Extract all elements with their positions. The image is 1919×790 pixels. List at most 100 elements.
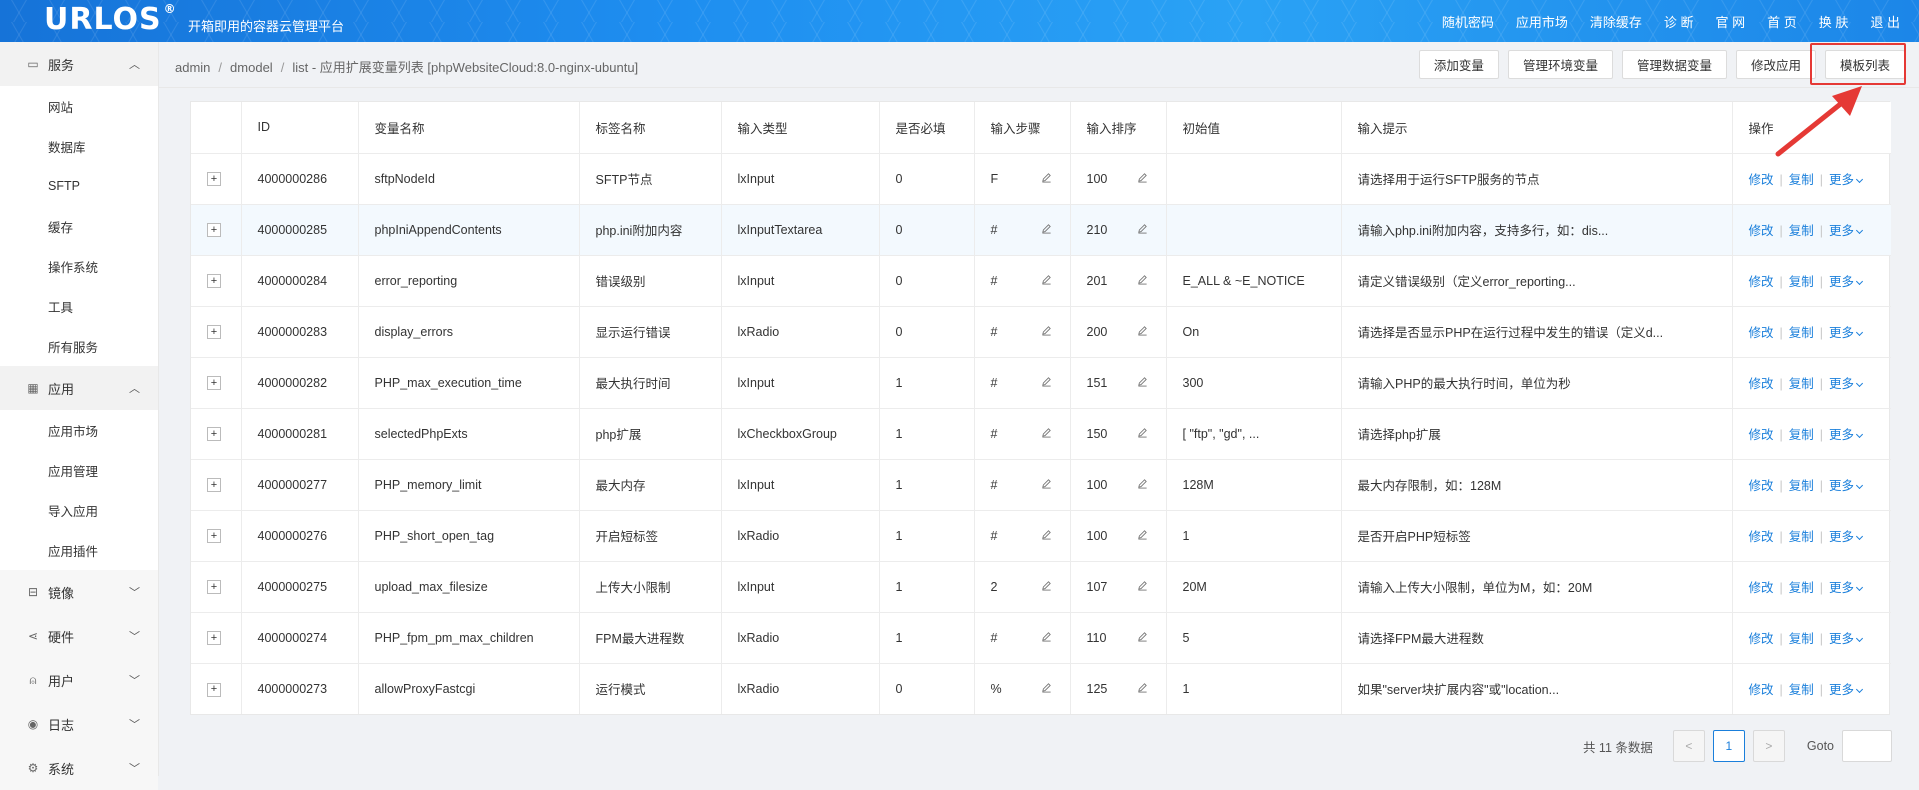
pencil-edit-icon[interactable]	[1041, 376, 1052, 387]
more-dropdown[interactable]: 更多	[1829, 683, 1864, 697]
logo[interactable]: URLOS ®	[44, 2, 177, 37]
breadcrumb-item[interactable]: dmodel	[230, 60, 273, 75]
pencil-edit-icon[interactable]	[1137, 376, 1148, 387]
sidebar-item[interactable]: 网站	[0, 86, 158, 126]
copy-link[interactable]: 复制	[1789, 377, 1814, 391]
page-1-button[interactable]: 1	[1712, 730, 1745, 762]
more-dropdown[interactable]: 更多	[1829, 224, 1864, 238]
pencil-edit-icon[interactable]	[1137, 274, 1148, 285]
edit-link[interactable]: 修改	[1749, 275, 1774, 289]
pencil-edit-icon[interactable]	[1137, 172, 1148, 183]
more-dropdown[interactable]: 更多	[1829, 479, 1864, 493]
edit-link[interactable]: 修改	[1749, 326, 1774, 340]
more-dropdown[interactable]: 更多	[1829, 173, 1864, 187]
top-nav-link[interactable]: 换 肤	[1819, 12, 1849, 31]
pencil-edit-icon[interactable]	[1137, 631, 1148, 642]
sidebar-group[interactable]: ⚙ 系统 ﹀	[0, 746, 158, 790]
pencil-edit-icon[interactable]	[1041, 682, 1052, 693]
sidebar-group[interactable]: ⍝ 用户 ﹀	[0, 658, 158, 702]
more-dropdown[interactable]: 更多	[1829, 377, 1864, 391]
sidebar-group[interactable]: ▦ 应用 ︿	[0, 366, 158, 410]
breadcrumb-item[interactable]: admin	[175, 60, 210, 75]
more-dropdown[interactable]: 更多	[1829, 275, 1864, 289]
manage-data-variables-button[interactable]: 管理数据变量	[1621, 50, 1727, 79]
sidebar-item[interactable]: 应用插件	[0, 530, 158, 570]
pencil-edit-icon[interactable]	[1137, 682, 1148, 693]
copy-link[interactable]: 复制	[1789, 581, 1814, 595]
expand-row-button[interactable]: +	[207, 682, 221, 697]
copy-link[interactable]: 复制	[1789, 530, 1814, 544]
top-nav-link[interactable]: 诊 断	[1664, 12, 1694, 31]
top-nav-link[interactable]: 首 页	[1767, 12, 1797, 31]
sidebar-item[interactable]: 所有服务	[0, 326, 158, 366]
edit-link[interactable]: 修改	[1749, 224, 1774, 238]
breadcrumb-item[interactable]: list	[292, 60, 308, 75]
expand-row-button[interactable]: +	[207, 478, 221, 493]
edit-link[interactable]: 修改	[1749, 530, 1774, 544]
expand-row-button[interactable]: +	[207, 529, 221, 544]
expand-row-button[interactable]: +	[207, 580, 221, 595]
edit-link[interactable]: 修改	[1749, 377, 1774, 391]
more-dropdown[interactable]: 更多	[1829, 632, 1864, 646]
next-page-button[interactable]: >	[1752, 730, 1785, 762]
goto-input[interactable]	[1842, 730, 1892, 762]
copy-link[interactable]: 复制	[1789, 683, 1814, 697]
expand-row-button[interactable]: +	[207, 427, 221, 442]
copy-link[interactable]: 复制	[1789, 275, 1814, 289]
expand-row-button[interactable]: +	[207, 223, 221, 238]
edit-app-button[interactable]: 修改应用	[1735, 50, 1816, 79]
pencil-edit-icon[interactable]	[1137, 325, 1148, 336]
copy-link[interactable]: 复制	[1789, 428, 1814, 442]
pencil-edit-icon[interactable]	[1137, 223, 1148, 234]
pencil-edit-icon[interactable]	[1041, 325, 1052, 336]
pencil-edit-icon[interactable]	[1041, 529, 1052, 540]
edit-link[interactable]: 修改	[1749, 581, 1774, 595]
sidebar-group[interactable]: ⋖ 硬件 ﹀	[0, 614, 158, 658]
edit-link[interactable]: 修改	[1749, 173, 1774, 187]
expand-row-button[interactable]: +	[207, 325, 221, 340]
sidebar-group[interactable]: ▭ 服务 ︿	[0, 42, 158, 86]
more-dropdown[interactable]: 更多	[1829, 326, 1864, 340]
pencil-edit-icon[interactable]	[1041, 427, 1052, 438]
top-nav-link[interactable]: 应用市场	[1516, 12, 1568, 31]
expand-row-button[interactable]: +	[207, 172, 221, 187]
copy-link[interactable]: 复制	[1789, 479, 1814, 493]
edit-link[interactable]: 修改	[1749, 428, 1774, 442]
expand-row-button[interactable]: +	[207, 376, 221, 391]
sidebar-group[interactable]: ⊟ 镜像 ﹀	[0, 570, 158, 614]
pencil-edit-icon[interactable]	[1041, 478, 1052, 489]
sidebar-item[interactable]: 导入应用	[0, 490, 158, 530]
copy-link[interactable]: 复制	[1789, 326, 1814, 340]
edit-link[interactable]: 修改	[1749, 632, 1774, 646]
prev-page-button[interactable]: <	[1672, 730, 1705, 762]
more-dropdown[interactable]: 更多	[1829, 581, 1864, 595]
edit-link[interactable]: 修改	[1749, 683, 1774, 697]
pencil-edit-icon[interactable]	[1137, 478, 1148, 489]
sidebar-item[interactable]: SFTP	[0, 166, 158, 206]
expand-row-button[interactable]: +	[207, 274, 221, 289]
copy-link[interactable]: 复制	[1789, 632, 1814, 646]
sidebar-item[interactable]: 工具	[0, 286, 158, 326]
pencil-edit-icon[interactable]	[1041, 580, 1052, 591]
pencil-edit-icon[interactable]	[1041, 274, 1052, 285]
copy-link[interactable]: 复制	[1789, 224, 1814, 238]
more-dropdown[interactable]: 更多	[1829, 530, 1864, 544]
sidebar-item[interactable]: 缓存	[0, 206, 158, 246]
edit-link[interactable]: 修改	[1749, 479, 1774, 493]
sidebar-group[interactable]: ◉ 日志 ﹀	[0, 702, 158, 746]
sidebar-item[interactable]: 应用市场	[0, 410, 158, 450]
pencil-edit-icon[interactable]	[1137, 427, 1148, 438]
top-nav-link[interactable]: 清除缓存	[1590, 12, 1642, 31]
add-variable-button[interactable]: 添加变量	[1418, 50, 1499, 79]
top-nav-link[interactable]: 随机密码	[1442, 12, 1494, 31]
top-nav-link[interactable]: 退 出	[1870, 12, 1900, 31]
pencil-edit-icon[interactable]	[1041, 223, 1052, 234]
pencil-edit-icon[interactable]	[1137, 580, 1148, 591]
more-dropdown[interactable]: 更多	[1829, 428, 1864, 442]
copy-link[interactable]: 复制	[1789, 173, 1814, 187]
sidebar-item[interactable]: 操作系统	[0, 246, 158, 286]
sidebar-item[interactable]: 数据库	[0, 126, 158, 166]
pencil-edit-icon[interactable]	[1041, 631, 1052, 642]
top-nav-link[interactable]: 官 网	[1716, 12, 1746, 31]
manage-env-variables-button[interactable]: 管理环境变量	[1507, 50, 1613, 79]
